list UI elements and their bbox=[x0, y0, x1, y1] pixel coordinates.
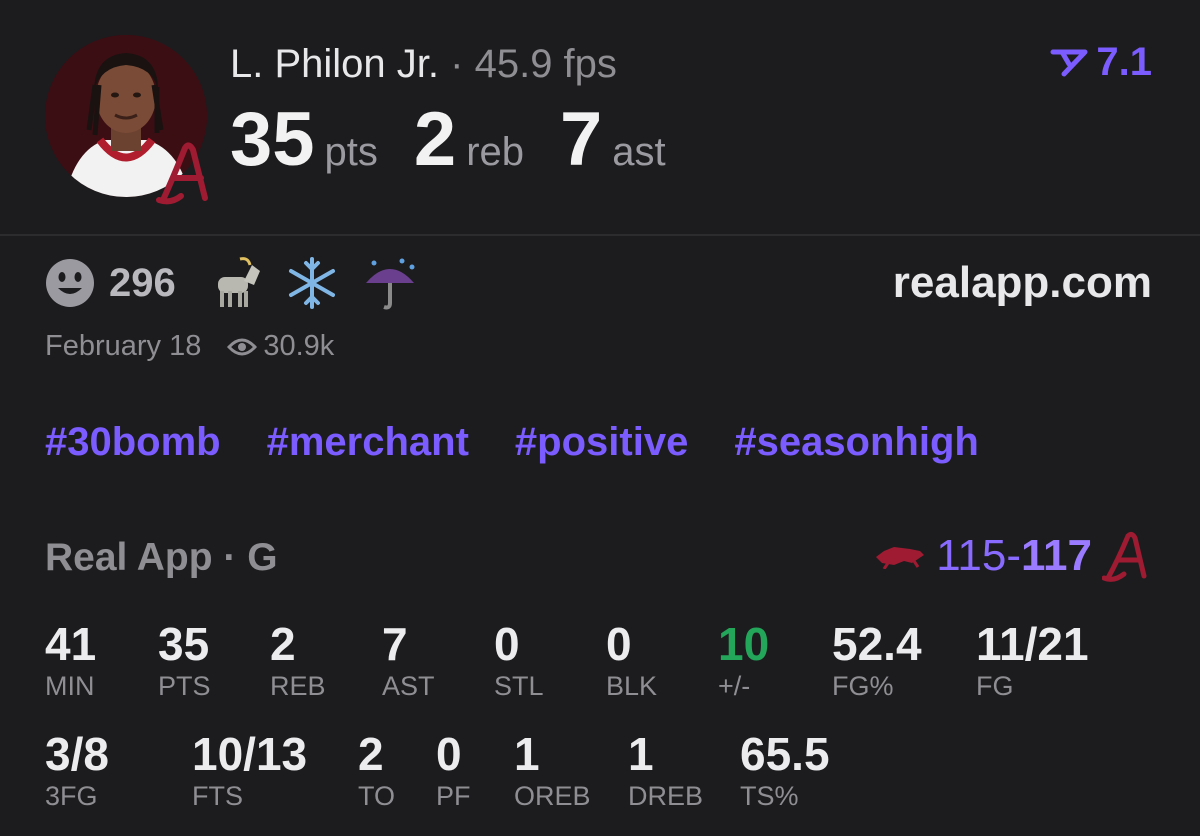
stat-reb: 2 REB bbox=[270, 618, 326, 702]
stat-pf: 0 PF bbox=[436, 728, 471, 812]
source-label: Real App · G bbox=[45, 536, 278, 579]
stat-label: TS% bbox=[740, 781, 799, 811]
assists-unit: ast bbox=[612, 130, 666, 174]
stat-label: +/- bbox=[718, 671, 751, 701]
stat-label: AST bbox=[382, 671, 435, 701]
stat-value: 0 bbox=[606, 618, 632, 670]
reaction-count: 296 bbox=[109, 260, 176, 305]
stat-value: 2 bbox=[358, 728, 384, 780]
score-dash: - bbox=[1006, 531, 1022, 580]
stat-dreb: 1 DREB bbox=[628, 728, 703, 812]
real-logo-icon bbox=[1050, 49, 1088, 76]
stat-fg-pct: 52.4 FG% bbox=[832, 618, 922, 702]
stat-label: FG bbox=[976, 671, 1014, 701]
stat-label: 3FG bbox=[45, 781, 98, 811]
hashtag-merchant[interactable]: #merchant bbox=[267, 420, 469, 465]
stat-label: MIN bbox=[45, 671, 95, 701]
game-score[interactable]: 115-117 bbox=[874, 530, 1152, 582]
stat-label: PTS bbox=[158, 671, 211, 701]
stat-label: FTS bbox=[192, 781, 243, 811]
hashtag-positive[interactable]: #positive bbox=[515, 420, 688, 465]
assists-value: 7 bbox=[560, 97, 603, 182]
stat-ast: 7 AST bbox=[382, 618, 435, 702]
stat-label: TO bbox=[358, 781, 396, 811]
stat-value: 10/13 bbox=[192, 728, 308, 780]
eye-icon bbox=[227, 338, 258, 355]
post-date: February 18 bbox=[45, 330, 202, 362]
stat-3fg: 3/8 3FG bbox=[45, 728, 109, 812]
reactions-row: 296 bbox=[45, 255, 440, 311]
stat-label: DREB bbox=[628, 781, 704, 811]
hashtag-list: #30bomb #merchant #positive #seasonhigh bbox=[45, 420, 979, 465]
stat-value: 11/21 bbox=[976, 618, 1089, 670]
stat-value: 65.5 bbox=[740, 728, 830, 780]
stat-fts: 10/13 FTS bbox=[192, 728, 307, 812]
player-header: L. Philon Jr. · 45.9 fps bbox=[230, 40, 617, 88]
stat-oreb: 1 OREB bbox=[514, 728, 591, 812]
stat-blk: 0 BLK bbox=[606, 618, 657, 702]
umbrella-rain-icon[interactable] bbox=[362, 255, 418, 311]
stat-label: PF bbox=[436, 781, 471, 811]
view-count: 30.9k bbox=[263, 330, 335, 362]
stat-value: 1 bbox=[514, 728, 540, 780]
stat-label: FG% bbox=[832, 671, 894, 701]
stat-value: 1 bbox=[628, 728, 654, 780]
stat-value: 35 bbox=[158, 618, 210, 670]
divider bbox=[0, 234, 1200, 236]
post-meta: February 18 30.9k bbox=[45, 330, 334, 363]
rebounds-unit: reb bbox=[466, 130, 524, 174]
stat-label: STL bbox=[494, 671, 544, 701]
hashtag-seasonhigh[interactable]: #seasonhigh bbox=[734, 420, 979, 465]
stat-label: BLK bbox=[606, 671, 658, 701]
site-url[interactable]: realapp.com bbox=[893, 258, 1152, 308]
stat-pts: 35 PTS bbox=[158, 618, 211, 702]
rating-badge[interactable]: 7.1 bbox=[1050, 40, 1152, 85]
stat-min: 41 MIN bbox=[45, 618, 96, 702]
stat-value: 41 bbox=[45, 618, 97, 670]
stat-ts-pct: 65.5 TS% bbox=[740, 728, 830, 812]
separator: · bbox=[450, 42, 464, 86]
headline-statline: 35 pts 2 reb 7 ast bbox=[230, 98, 702, 182]
goat-icon[interactable] bbox=[206, 255, 262, 311]
rebounds-value: 2 bbox=[413, 97, 457, 182]
points-value: 35 bbox=[230, 97, 315, 182]
rating-value: 7.1 bbox=[1096, 40, 1152, 84]
smiley-icon[interactable] bbox=[45, 258, 95, 308]
stat-value: 0 bbox=[494, 618, 520, 670]
alabama-logo-icon bbox=[155, 138, 217, 206]
stat-plus-minus: 10 +/- bbox=[718, 618, 769, 702]
views: 30.9k bbox=[227, 330, 334, 363]
stat-value: 3/8 bbox=[45, 728, 109, 780]
snowflake-icon[interactable] bbox=[284, 255, 340, 311]
stat-to: 2 TO bbox=[358, 728, 395, 812]
stat-value: 0 bbox=[436, 728, 462, 780]
points-unit: pts bbox=[324, 130, 378, 174]
fantasy-points: 45.9 fps bbox=[474, 42, 617, 86]
stat-value: 7 bbox=[382, 618, 408, 670]
stat-value: 52.4 bbox=[832, 618, 922, 670]
player-name[interactable]: L. Philon Jr. bbox=[230, 42, 439, 86]
razorback-icon bbox=[876, 547, 925, 569]
script-a-icon bbox=[1102, 531, 1147, 582]
stat-stl: 0 STL bbox=[494, 618, 544, 702]
stat-fg: 11/21 FG bbox=[976, 618, 1089, 702]
hashtag-30bomb[interactable]: #30bomb bbox=[45, 420, 221, 465]
stat-value: 10 bbox=[718, 618, 770, 670]
stat-value: 2 bbox=[270, 618, 296, 670]
stat-label: OREB bbox=[514, 781, 591, 811]
home-score: 117 bbox=[1021, 531, 1092, 580]
away-score: 115 bbox=[936, 531, 1007, 580]
stat-label: REB bbox=[270, 671, 326, 701]
